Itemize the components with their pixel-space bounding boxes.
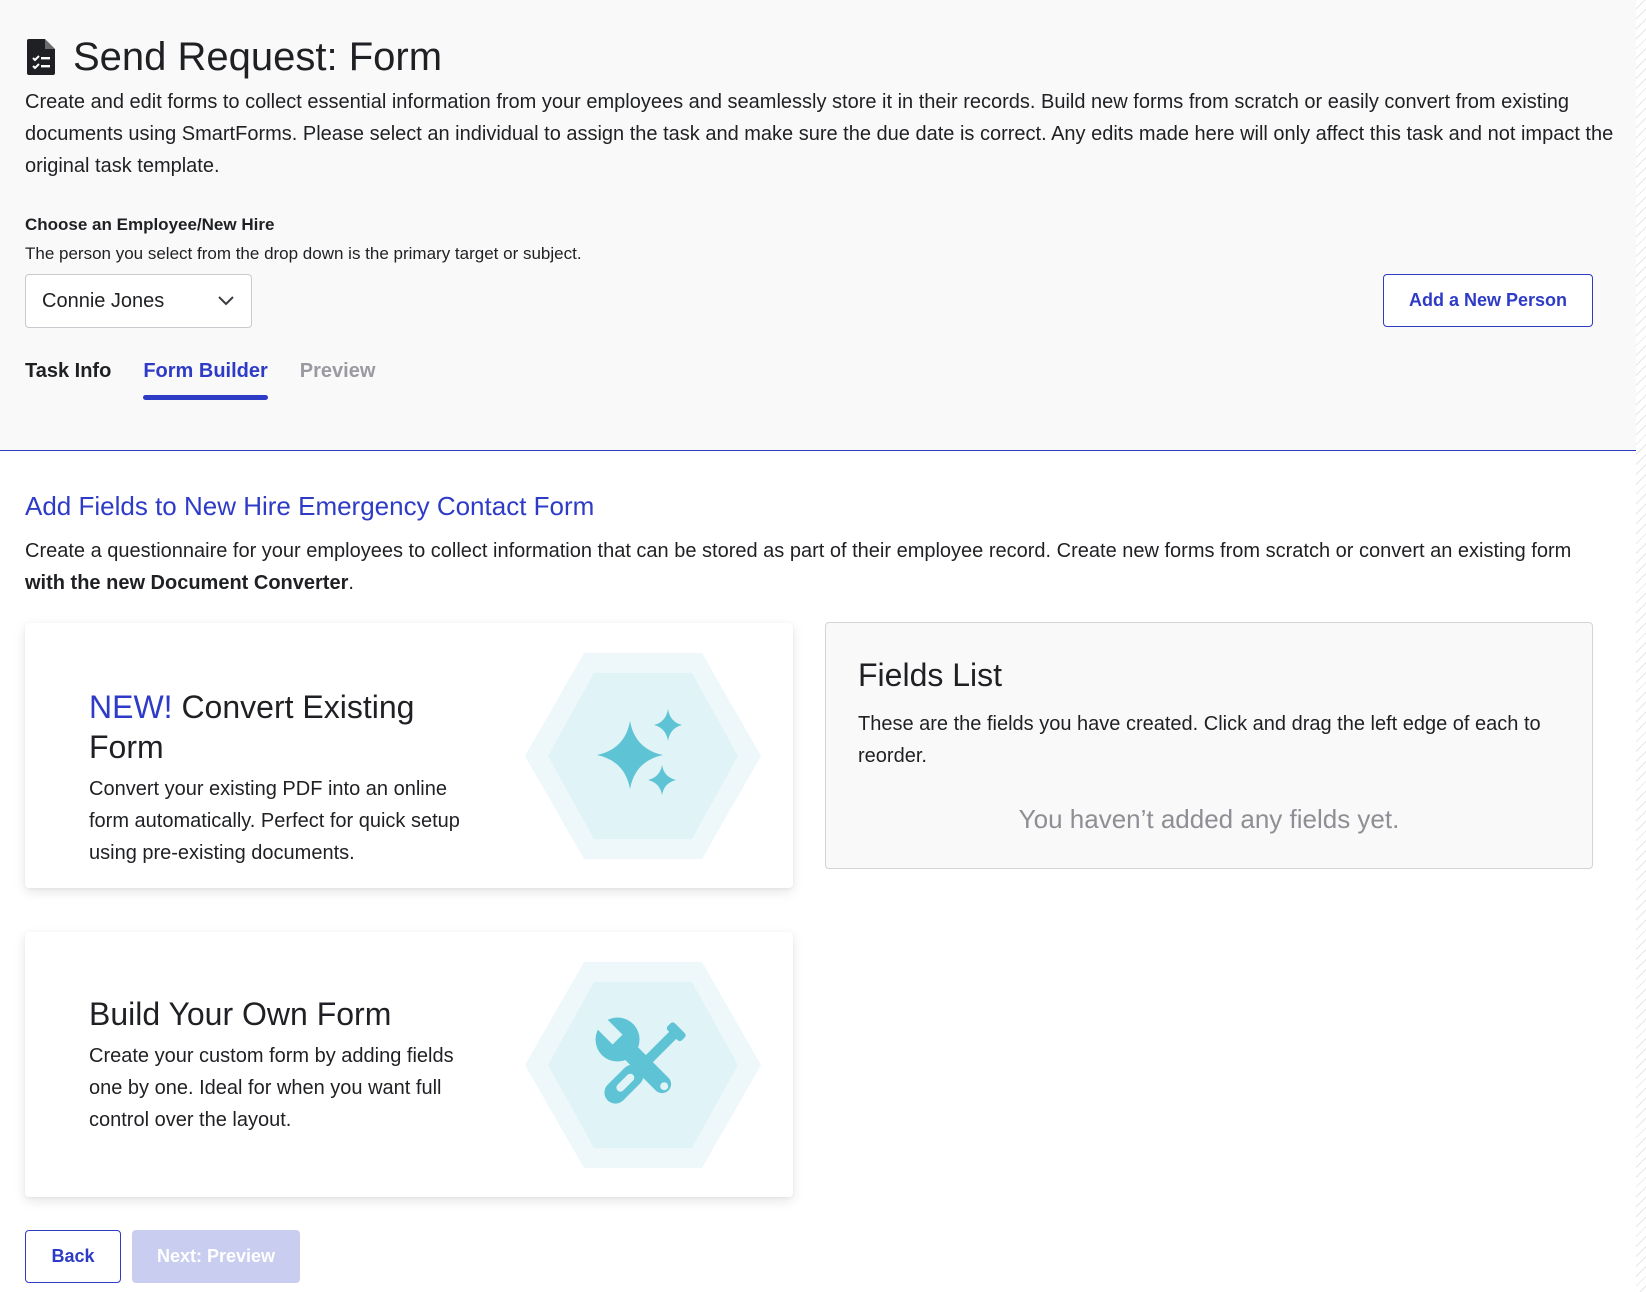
convert-card-title: NEW! Convert Existing Form	[89, 687, 489, 767]
fields-list-title: Fields List	[858, 657, 1003, 693]
scroll-edge-decoration	[1636, 0, 1646, 1292]
section-desc-bold: with the new Document Converter	[25, 572, 349, 594]
section-description: Create a questionnaire for your employee…	[25, 535, 1605, 599]
tab-task-info[interactable]: Task Info	[25, 360, 111, 400]
sparkles-icon	[525, 653, 761, 859]
page-title-row: Send Request: Form	[25, 32, 442, 82]
employee-select[interactable]: Connie Jones	[25, 274, 252, 328]
tab-form-builder[interactable]: Form Builder	[143, 360, 269, 400]
tab-bar: Task Info Form Builder Preview	[25, 360, 375, 400]
fields-list-description: These are the fields you have created. C…	[858, 713, 1541, 767]
page-title: Send Request: Form	[73, 35, 443, 79]
page-intro: Create and edit forms to collect essenti…	[25, 91, 1614, 177]
tab-preview[interactable]: Preview	[300, 360, 376, 400]
chevron-down-icon	[218, 296, 234, 306]
build-card-description: Create your custom form by adding fields…	[89, 1045, 454, 1131]
add-new-person-button[interactable]: Add a New Person	[1383, 274, 1593, 327]
convert-card-description: Convert your existing PDF into an online…	[89, 778, 460, 864]
section-desc-text: Create a questionnaire for your employee…	[25, 540, 1572, 562]
back-button[interactable]: Back	[25, 1230, 121, 1283]
section-desc-suffix: .	[348, 572, 354, 594]
convert-card-text: NEW! Convert Existing Form Convert your …	[89, 687, 489, 869]
build-card-title: Build Your Own Form	[89, 996, 392, 1032]
employee-select-value: Connie Jones	[42, 289, 165, 312]
tools-icon	[525, 962, 761, 1168]
employee-label: Choose an Employee/New Hire	[25, 215, 275, 234]
new-badge: NEW!	[89, 689, 173, 725]
build-your-own-form-card[interactable]: Build Your Own Form Create your custom f…	[25, 932, 793, 1197]
section-title: Add Fields to New Hire Emergency Contact…	[25, 491, 595, 521]
convert-existing-form-card[interactable]: NEW! Convert Existing Form Convert your …	[25, 623, 793, 888]
employee-help-text: The person you select from the drop down…	[25, 244, 582, 263]
build-card-text: Build Your Own Form Create your custom f…	[89, 994, 489, 1136]
document-checklist-icon	[27, 39, 55, 75]
fields-list-empty-state: You haven’t added any fields yet.	[1018, 804, 1400, 834]
fields-list-panel: Fields List These are the fields you hav…	[825, 622, 1593, 869]
next-preview-button[interactable]: Next: Preview	[132, 1230, 300, 1283]
